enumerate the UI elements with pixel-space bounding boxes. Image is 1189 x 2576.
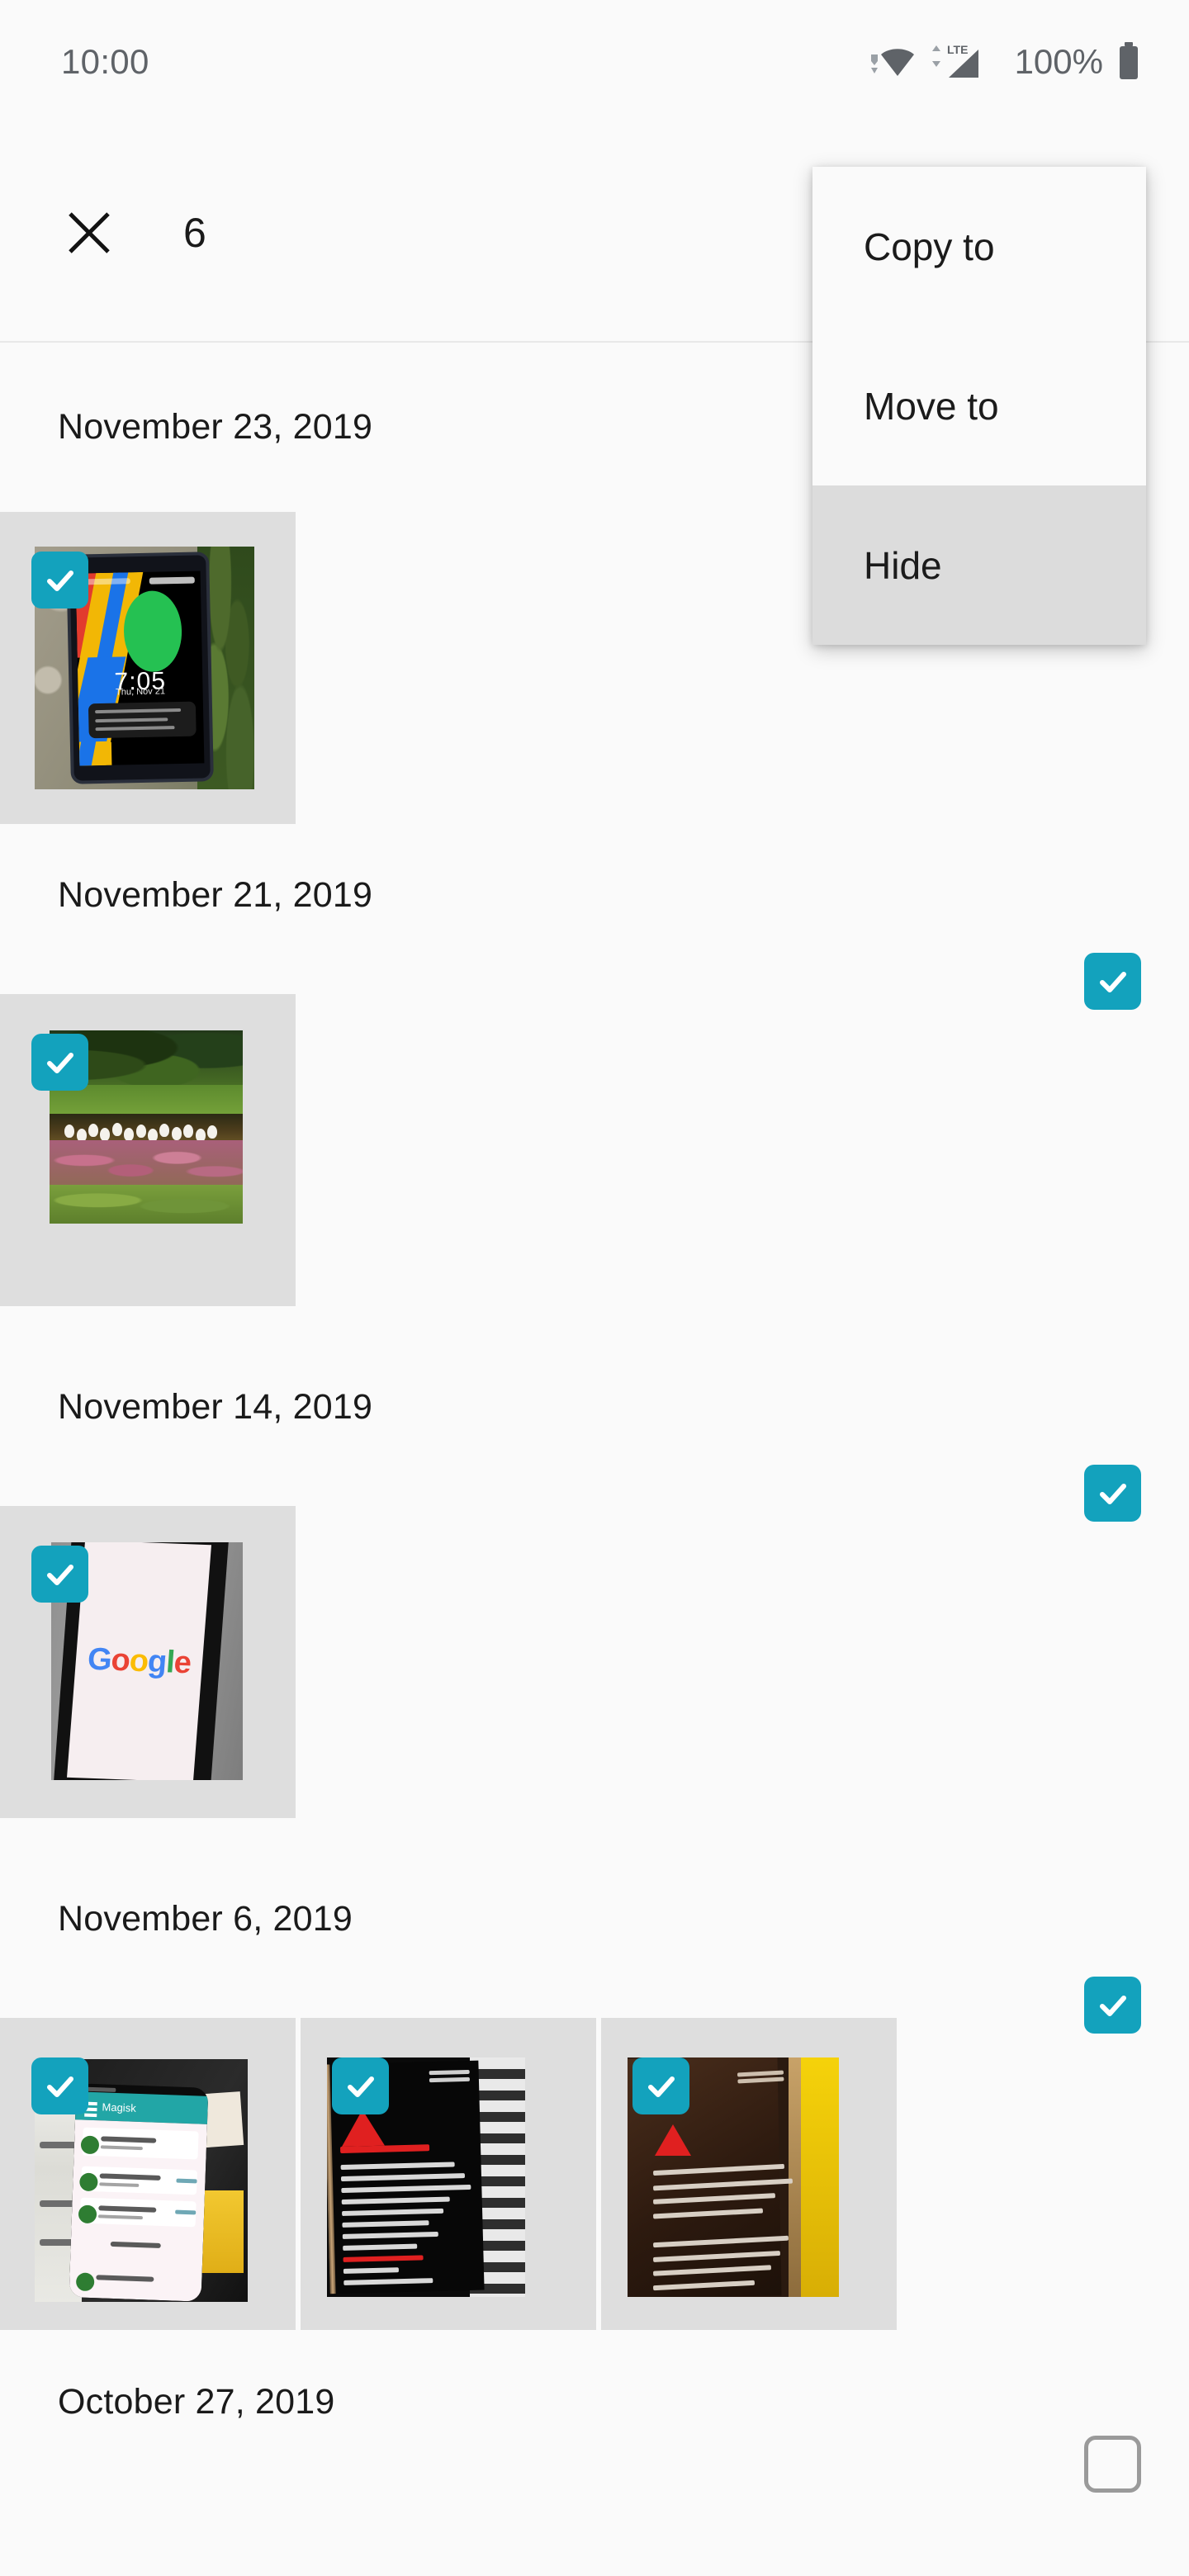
select-group-checkbox[interactable] [1084, 2436, 1141, 2493]
thumbnail-tile[interactable]: Google [0, 1506, 296, 1818]
thumbnail-tile[interactable] [301, 2018, 596, 2330]
date-header-label: November 14, 2019 [58, 1386, 373, 1427]
date-group: November 21, 2019 [0, 796, 1189, 1308]
date-group: October 27, 2019 [0, 2332, 1189, 2497]
svg-text:LTE: LTE [947, 43, 968, 56]
battery-percent-label: 100% [1014, 42, 1103, 81]
date-header: November 14, 2019 [0, 1308, 1189, 1506]
check-icon [1099, 1995, 1126, 2016]
thumbnail-row [0, 994, 1189, 1306]
check-icon [46, 1564, 73, 1585]
select-group-checkbox[interactable] [1084, 1465, 1141, 1522]
status-bar-icons: LTE 100% [869, 41, 1141, 83]
wifi-icon [869, 43, 917, 81]
thumbnail-row: Google [0, 1506, 1189, 1818]
date-header-label: November 23, 2019 [58, 406, 373, 447]
thumbnail-checkbox[interactable] [31, 1034, 88, 1091]
thumbnail-tile[interactable]: 7:05 Thu, Nov 21 [0, 512, 296, 824]
menu-item-copy-to[interactable]: Copy to [812, 167, 1146, 326]
thumbnail-checkbox[interactable] [332, 2057, 389, 2114]
status-bar-clock: 10:00 [61, 42, 149, 81]
magisk-app-title: Magisk [102, 2101, 137, 2115]
check-icon [46, 2076, 73, 2097]
select-group-checkbox[interactable] [1084, 1977, 1141, 2034]
date-header: November 6, 2019 [0, 1820, 1189, 2018]
status-bar: 10:00 LTE 100% [0, 0, 1189, 124]
date-header-label: November 6, 2019 [58, 1898, 353, 1939]
check-icon [647, 2076, 675, 2097]
battery-icon [1116, 41, 1141, 83]
google-logo: Google [86, 1641, 192, 1680]
thumbnail-checkbox[interactable] [31, 552, 88, 608]
phone-screen: 10:00 LTE 100% 6 November 23, 2019 7:05 … [0, 0, 1189, 2576]
thumbnail-checkbox[interactable] [31, 1546, 88, 1603]
date-header-label: October 27, 2019 [58, 2381, 335, 2422]
selection-count-label: 6 [183, 210, 206, 256]
check-icon [46, 1052, 73, 1073]
date-group: November 6, 2019 Magisk [0, 1820, 1189, 2332]
check-icon [1099, 1483, 1126, 1504]
thumbnail-tile[interactable]: Magisk [0, 2018, 296, 2330]
thumbnail-checkbox[interactable] [31, 2057, 88, 2114]
thumbnail-checkbox[interactable] [632, 2057, 689, 2114]
close-selection-button[interactable] [46, 190, 132, 276]
thumbnail-row: Magisk [0, 2018, 1189, 2330]
overflow-menu: Copy to Move to Hide [812, 167, 1146, 645]
check-icon [347, 2076, 374, 2097]
date-header-label: November 21, 2019 [58, 874, 373, 915]
check-icon [1099, 971, 1126, 992]
select-group-checkbox[interactable] [1084, 953, 1141, 1010]
lte-signal-icon: LTE [931, 41, 997, 83]
menu-item-hide[interactable]: Hide [812, 485, 1146, 645]
close-icon [69, 212, 110, 253]
date-header: November 21, 2019 [0, 796, 1189, 994]
date-group: November 14, 2019 Google [0, 1308, 1189, 1820]
thumbnail-tile[interactable] [601, 2018, 897, 2330]
menu-item-move-to[interactable]: Move to [812, 326, 1146, 485]
check-icon [46, 570, 73, 591]
thumbnail-tile[interactable] [0, 994, 296, 1306]
photo-date-text: Thu, Nov 21 [116, 686, 166, 698]
unchecked-box-icon [1084, 2436, 1141, 2493]
date-header: October 27, 2019 [0, 2332, 1189, 2472]
gallery-content: November 23, 2019 7:05 Thu, Nov 21 Novem… [0, 342, 1189, 2497]
